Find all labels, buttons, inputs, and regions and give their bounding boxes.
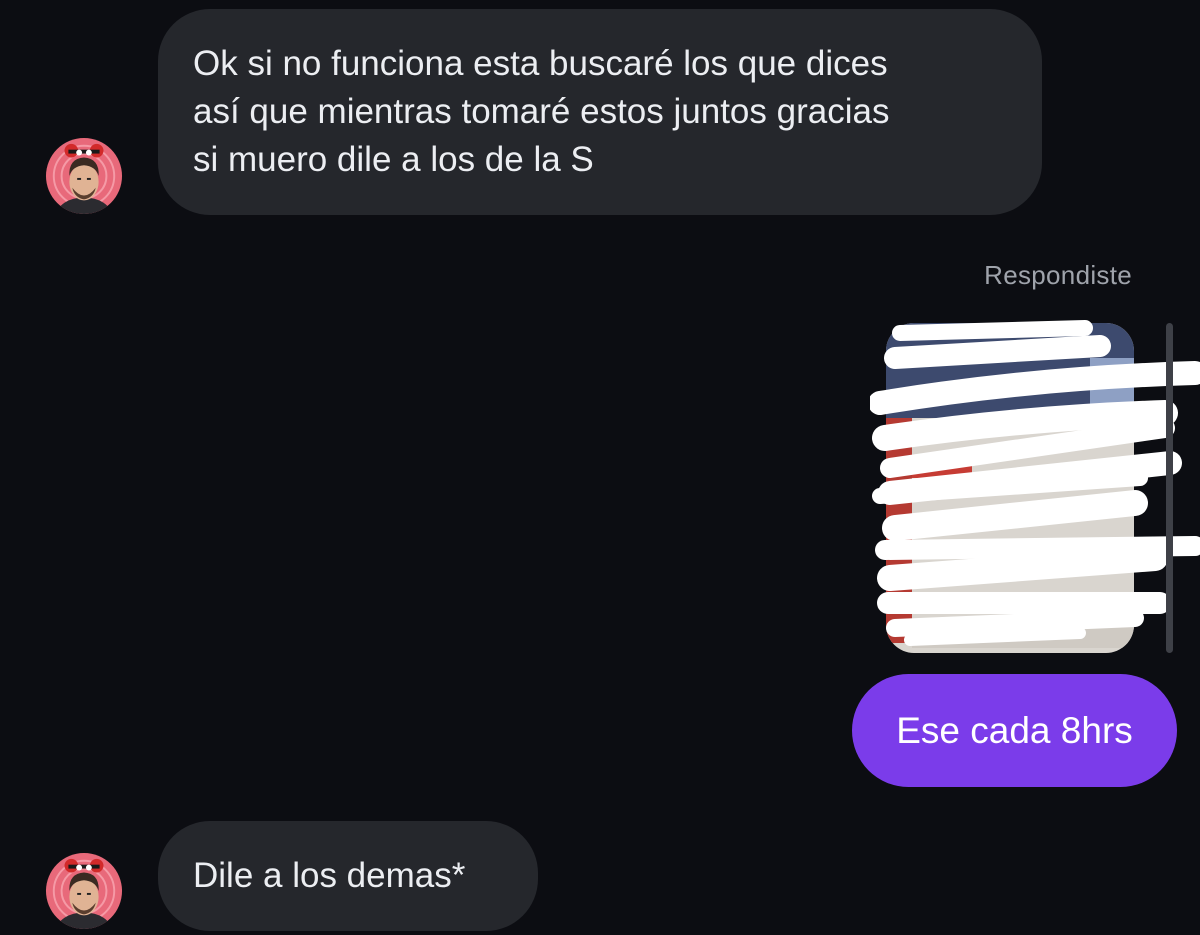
message-line: Ok si no funciona esta buscaré los que d… <box>193 44 888 83</box>
avatar-icon[interactable] <box>45 852 123 930</box>
replied-image-thumbnail[interactable] <box>870 318 1200 658</box>
reply-quote-bar <box>1166 323 1173 653</box>
message-line: si muero dile a los de la S <box>193 140 594 179</box>
avatar-icon[interactable] <box>45 137 123 215</box>
outgoing-message-bubble[interactable]: Ese cada 8hrs <box>852 674 1177 787</box>
incoming-message-bubble[interactable]: Ok si no funciona esta buscaré los que d… <box>158 9 1042 215</box>
chat-thread: Ok si no funciona esta buscaré los que d… <box>0 0 1200 935</box>
message-line: así que mientras tomaré estos juntos gra… <box>193 92 890 131</box>
incoming-message-bubble[interactable]: Dile a los demas* <box>158 821 538 931</box>
reply-indicator-label: Respondiste <box>984 260 1132 290</box>
